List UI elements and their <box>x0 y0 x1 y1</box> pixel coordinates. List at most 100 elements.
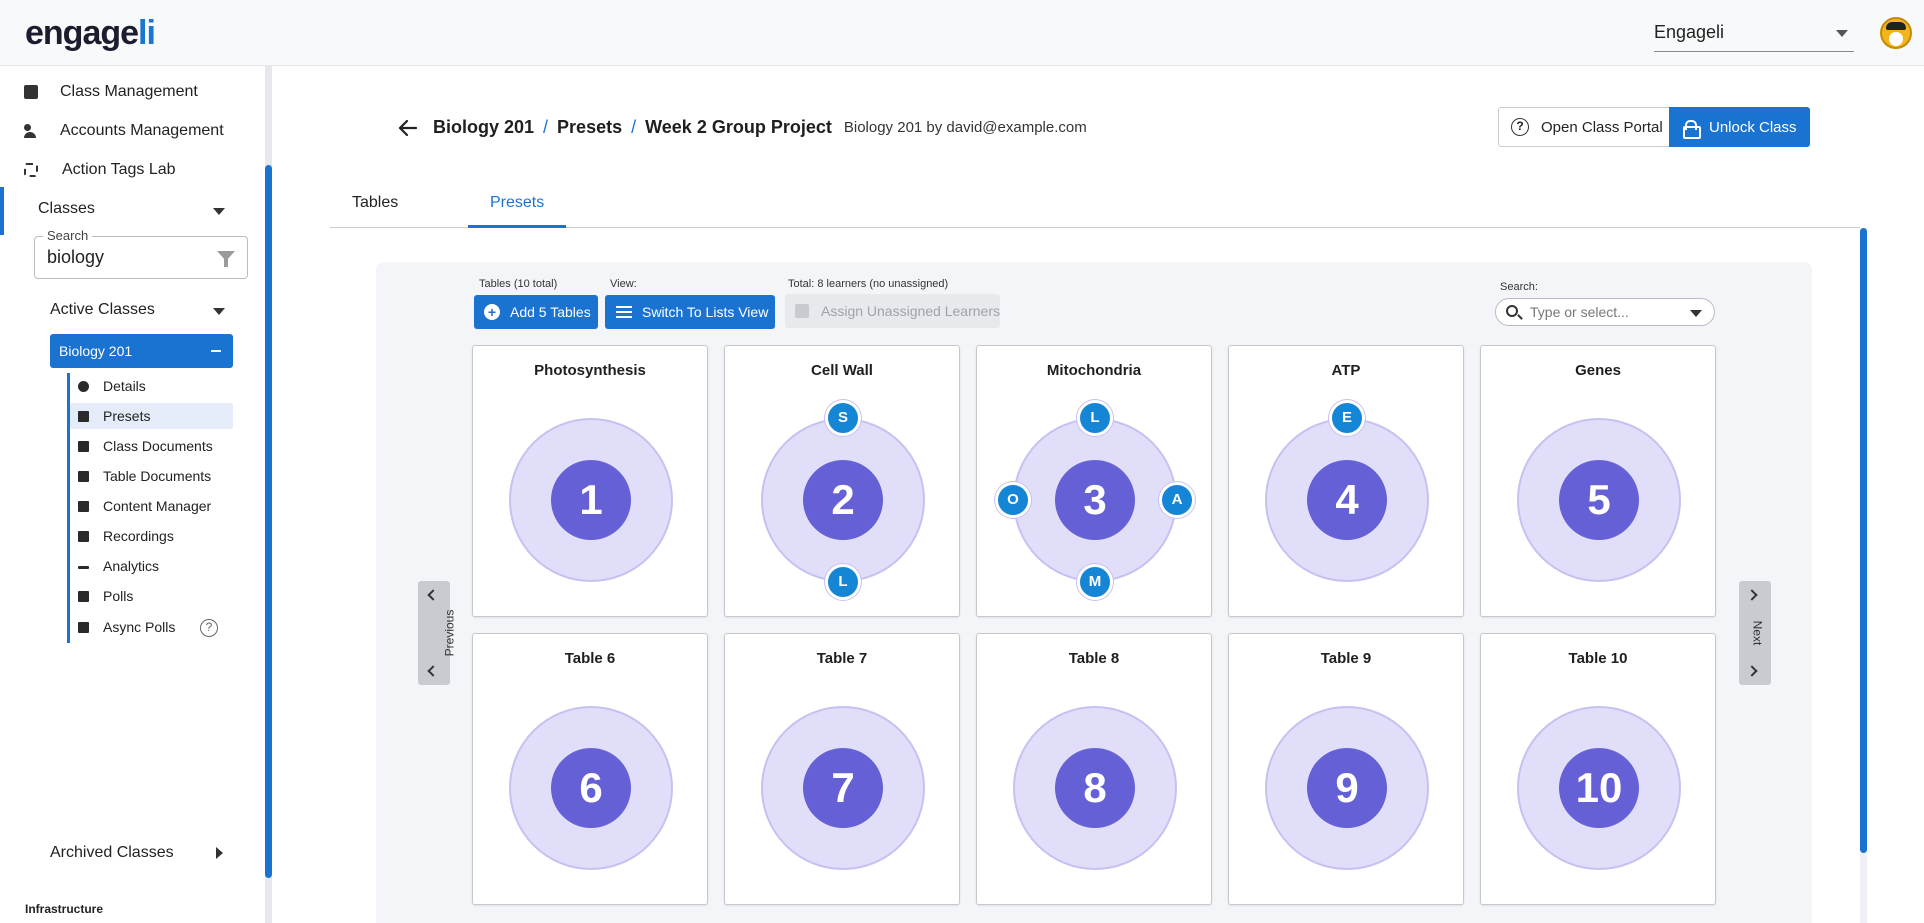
table-card[interactable]: Genes 5 <box>1480 345 1716 617</box>
view-label: View: <box>610 278 637 290</box>
submenu-analytics[interactable]: Analytics <box>78 553 230 579</box>
submenu-recordings[interactable]: Recordings <box>78 523 230 549</box>
tab-bar: Tables Presets <box>330 190 1860 228</box>
help-icon: ? <box>1511 118 1529 136</box>
table-search-select[interactable]: Type or select... <box>1495 298 1715 326</box>
chevron-down-icon <box>1836 30 1848 37</box>
assign-unassigned-button[interactable]: Assign Unassigned Learners <box>785 294 1000 328</box>
breadcrumb-class[interactable]: Biology 201 <box>433 117 534 138</box>
table-card[interactable]: Cell Wall 2 S L <box>724 345 960 617</box>
main-scrollbar-thumb[interactable] <box>1860 228 1867 853</box>
table-number: 7 <box>803 748 883 828</box>
table-card[interactable]: Table 10 10 <box>1480 633 1716 905</box>
engageli-logo[interactable]: engageli <box>25 14 156 53</box>
switch-view-button[interactable]: Switch To Lists View <box>605 295 775 329</box>
document-icon <box>78 470 89 482</box>
class-item-biology-201[interactable]: Biology 201 <box>50 334 233 368</box>
table-card[interactable]: Photosynthesis 1 <box>472 345 708 617</box>
table-title: Genes <box>1575 362 1621 379</box>
submenu-details[interactable]: Details <box>78 373 230 399</box>
classes-active-indicator <box>0 187 4 235</box>
search-icon <box>1506 305 1518 317</box>
table-number: 4 <box>1307 460 1387 540</box>
table-title: Cell Wall <box>811 362 873 379</box>
filter-icon[interactable] <box>217 251 235 267</box>
learner-seat[interactable]: L <box>1077 400 1113 436</box>
learner-seat[interactable]: S <box>825 400 861 436</box>
avatar[interactable] <box>1880 17 1912 49</box>
book-icon <box>24 85 38 99</box>
classes-toggle[interactable]: Classes <box>38 200 95 218</box>
plus-icon: + <box>484 304 500 320</box>
class-byline: Biology 201 by david@example.com <box>843 119 1087 136</box>
table-number: 8 <box>1055 748 1135 828</box>
collapse-icon[interactable] <box>211 350 221 352</box>
breadcrumb: Biology 201 / Presets / Week 2 Group Pro… <box>433 117 1087 138</box>
table-card[interactable]: Mitochondria 3 L O A M <box>976 345 1212 617</box>
learner-seat[interactable]: E <box>1329 400 1365 436</box>
info-icon <box>78 380 89 392</box>
chevron-down-icon[interactable] <box>213 208 225 215</box>
nav-accounts-management[interactable]: Accounts Management <box>24 119 224 143</box>
table-number: 9 <box>1307 748 1387 828</box>
table-number: 2 <box>803 460 883 540</box>
submenu-presets[interactable]: Presets <box>70 403 233 429</box>
table-card[interactable]: Table 6 6 <box>472 633 708 905</box>
learner-seat[interactable]: O <box>995 482 1031 518</box>
image-icon <box>78 500 89 512</box>
film-icon <box>78 530 89 542</box>
chevron-down-icon[interactable] <box>213 308 225 315</box>
tab-tables[interactable]: Tables <box>330 190 420 228</box>
breadcrumb-current: Week 2 Group Project <box>645 117 832 137</box>
nav-class-management[interactable]: Class Management <box>24 80 198 104</box>
poll-icon <box>78 621 89 633</box>
open-class-portal-button[interactable]: ? Open Class Portal <box>1498 107 1670 147</box>
next-page-button[interactable]: Next <box>1739 581 1771 685</box>
table-title: ATP <box>1331 362 1361 379</box>
total-learners-label: Total: 8 learners (no unassigned) <box>788 278 949 290</box>
learner-seat[interactable]: L <box>825 564 861 600</box>
people-icon <box>24 124 38 138</box>
table-card[interactable]: ATP 4 E <box>1228 345 1464 617</box>
submenu-class-documents[interactable]: Class Documents <box>78 433 230 459</box>
submenu-table-documents[interactable]: Table Documents <box>78 463 230 489</box>
add-tables-button[interactable]: + Add 5 Tables <box>474 295 598 329</box>
table-card[interactable]: Table 9 9 <box>1228 633 1464 905</box>
breadcrumb-separator: / <box>543 117 549 137</box>
class-search-input[interactable]: Search biology <box>34 228 248 279</box>
tab-presets[interactable]: Presets <box>468 190 567 228</box>
sidebar-scrollbar-thumb[interactable] <box>265 165 272 878</box>
table-title: Table 8 <box>1068 650 1120 667</box>
archived-classes-toggle[interactable]: Archived Classes <box>50 844 174 862</box>
unlock-class-button[interactable]: Unlock Class <box>1669 107 1810 147</box>
chevron-right-icon <box>1746 589 1758 601</box>
search-label: Search: <box>1500 281 1538 293</box>
presets-icon <box>78 410 89 422</box>
table-number: 10 <box>1559 748 1639 828</box>
person-icon <box>795 304 809 318</box>
table-number: 1 <box>551 460 631 540</box>
chevron-right-icon[interactable] <box>216 847 223 859</box>
submenu-polls[interactable]: Polls <box>78 583 230 609</box>
back-arrow-icon[interactable] <box>396 116 420 140</box>
submenu-content-manager[interactable]: Content Manager <box>78 493 230 519</box>
list-icon <box>616 306 632 318</box>
table-title: Table 9 <box>1320 650 1372 667</box>
active-classes-toggle[interactable]: Active Classes <box>50 301 155 319</box>
table-card[interactable]: Table 8 8 <box>976 633 1212 905</box>
previous-page-button[interactable]: Previous <box>418 581 456 685</box>
tables-count-label: Tables (10 total) <box>479 278 558 290</box>
learner-seat[interactable]: M <box>1077 564 1113 600</box>
chevron-down-icon <box>1690 310 1702 317</box>
poll-icon <box>78 590 89 602</box>
help-icon[interactable]: ? <box>200 619 218 637</box>
sidebar-footer: Infrastructure <box>25 902 104 916</box>
nav-action-tags-lab[interactable]: Action Tags Lab <box>24 158 176 182</box>
chart-icon <box>78 565 89 569</box>
table-number: 6 <box>551 748 631 828</box>
account-select[interactable]: Engageli <box>1654 18 1854 52</box>
learner-seat[interactable]: A <box>1159 482 1195 518</box>
scan-icon <box>24 163 38 177</box>
table-card[interactable]: Table 7 7 <box>724 633 960 905</box>
breadcrumb-presets[interactable]: Presets <box>557 117 622 138</box>
